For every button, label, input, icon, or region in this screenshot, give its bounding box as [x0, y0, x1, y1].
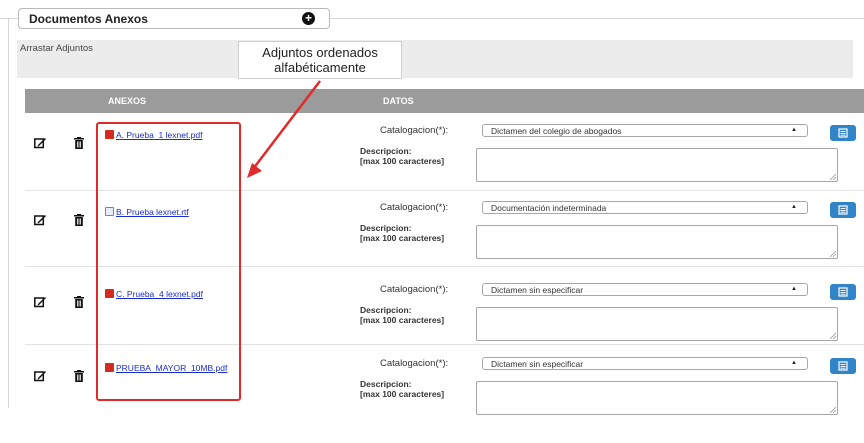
annotation-arrow [247, 80, 321, 178]
